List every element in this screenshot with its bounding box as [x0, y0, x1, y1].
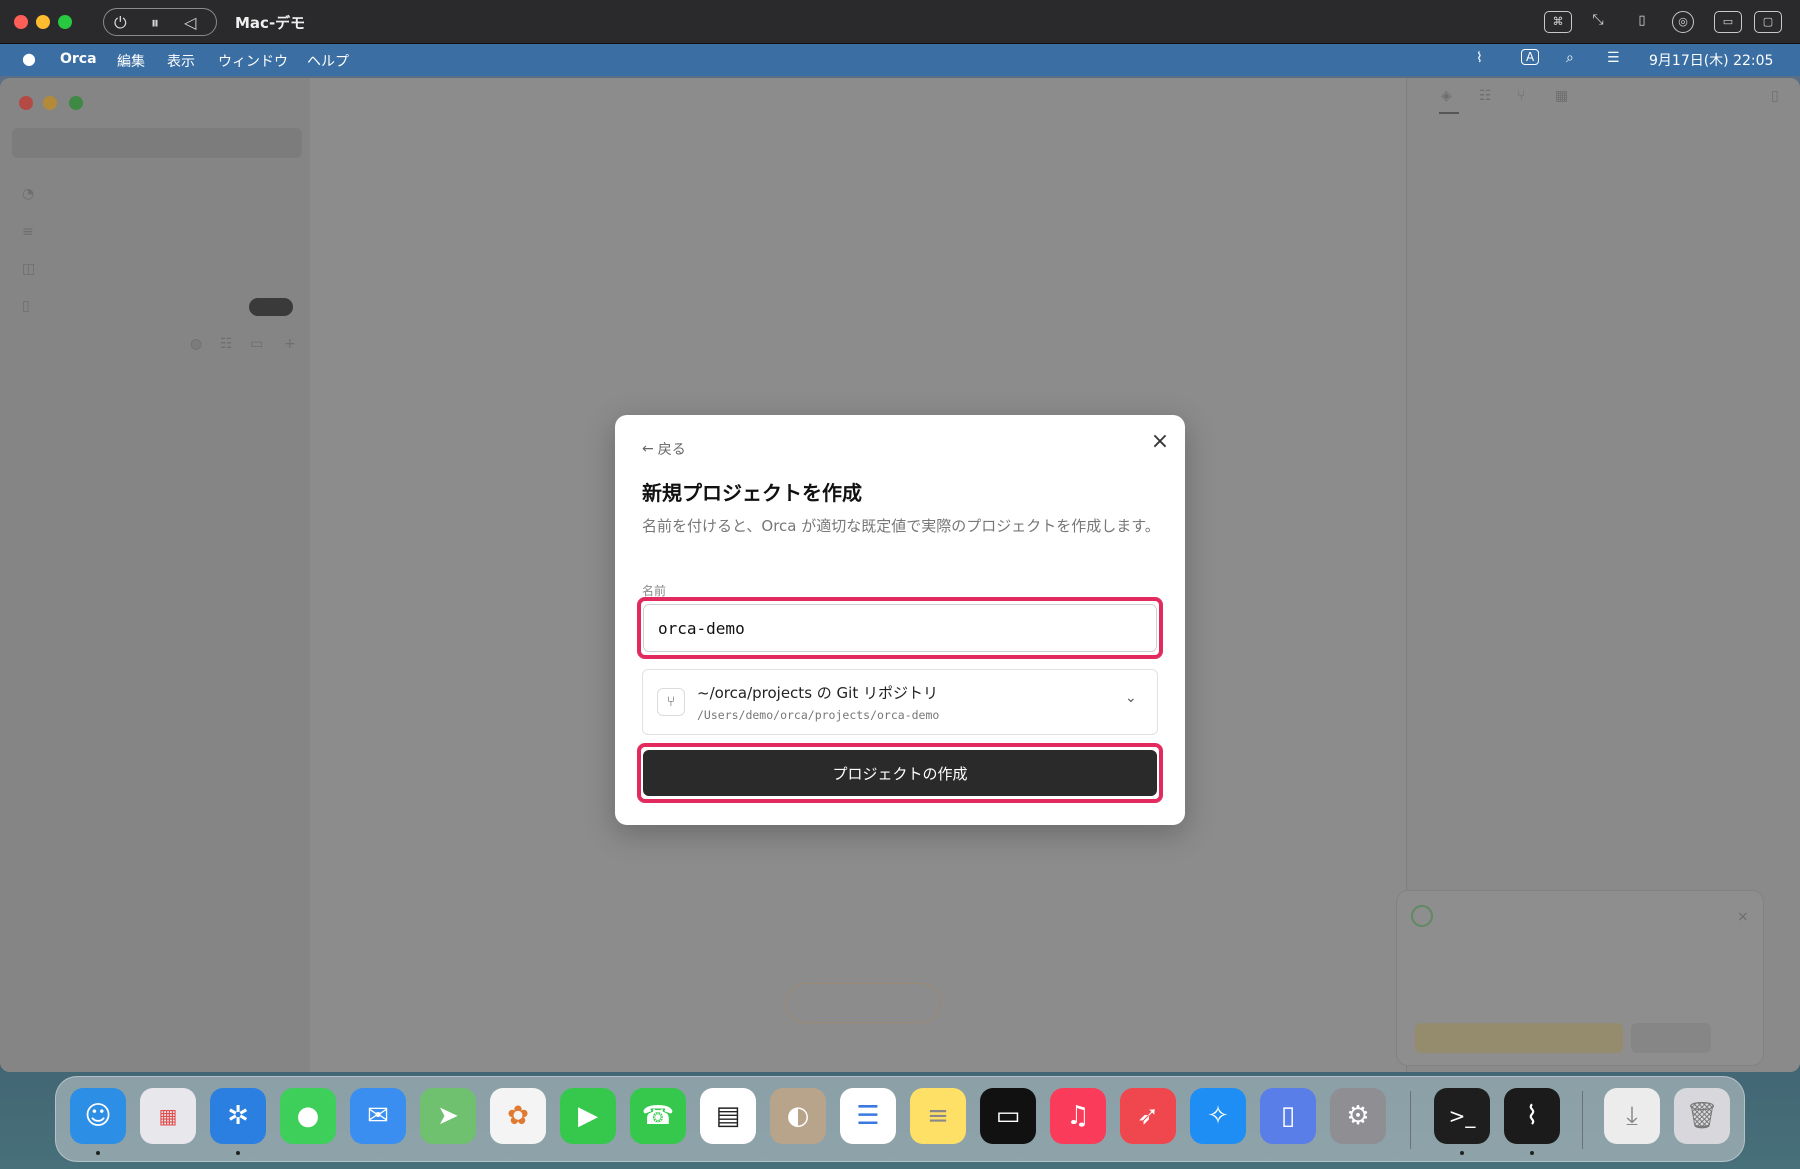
- back-triangle-icon[interactable]: ◁: [184, 9, 196, 37]
- zoom-window-button[interactable]: [58, 15, 72, 29]
- pause-icon[interactable]: ⏸: [151, 9, 159, 37]
- folder-add-icon[interactable]: ▭: [250, 336, 263, 352]
- orca-running-dot: [1530, 1151, 1534, 1155]
- automation-icon: ◫: [22, 261, 36, 277]
- git-tab-icon[interactable]: ⑂: [1517, 88, 1525, 104]
- mac-screen: ● Orca 編集 表示 ウィンドウ ヘルプ ⌇ A ⌕ ☰ 9月17日(木) …: [0, 44, 1800, 1169]
- calendar-icon[interactable]: ▤: [700, 1088, 756, 1144]
- downloads-icon[interactable]: ⤓: [1604, 1088, 1660, 1144]
- menu-bar: ● Orca 編集 表示 ウィンドウ ヘルプ ⌇ A ⌕ ☰ 9月17日(木) …: [0, 44, 1800, 76]
- dock-separator: [1582, 1091, 1583, 1149]
- photos-icon[interactable]: ✿: [490, 1088, 546, 1144]
- check-circle-icon: [1411, 905, 1433, 927]
- bell-icon[interactable]: ◍: [190, 336, 202, 352]
- app-zoom-button[interactable]: [69, 96, 83, 110]
- settings-icon[interactable]: ⚙: [1330, 1088, 1386, 1144]
- repository-title: ~/orca/projects の Git リポジトリ: [697, 684, 938, 702]
- contacts-icon[interactable]: ◐: [770, 1088, 826, 1144]
- finder-icon[interactable]: ☺: [70, 1088, 126, 1144]
- dialog-title: 新規プロジェクトを作成: [642, 481, 862, 505]
- command-icon[interactable]: ⌘: [1544, 11, 1572, 33]
- resize-icon[interactable]: ⤡: [1584, 11, 1612, 33]
- launchpad-icon[interactable]: ▦: [140, 1088, 196, 1144]
- vm-title: Mac-デモ: [235, 14, 306, 32]
- minimize-window-button[interactable]: [36, 15, 50, 29]
- mail-icon[interactable]: ✉: [350, 1088, 406, 1144]
- finder-running-dot: [96, 1151, 100, 1155]
- dock-separator: [1410, 1091, 1411, 1149]
- repository-select[interactable]: ⑂ ~/orca/projects の Git リポジトリ /Users/dem…: [642, 669, 1158, 735]
- vm-titlebar: ⏻ ⏸ ◁ Mac-デモ ⌘ ⤡ ▯ ◎ ▭ ▢: [0, 0, 1800, 44]
- toast-close-icon[interactable]: ×: [1737, 909, 1749, 925]
- safari-running-dot: [236, 1151, 240, 1155]
- toast-later-button[interactable]: [1631, 1023, 1711, 1053]
- messages-icon[interactable]: ●: [280, 1088, 336, 1144]
- reminders-icon[interactable]: ☰: [840, 1088, 896, 1144]
- arrow-left-icon: ←: [642, 441, 654, 457]
- phone-icon[interactable]: ☎: [630, 1088, 686, 1144]
- search-tab-icon[interactable]: ☷: [1479, 88, 1492, 104]
- terminal-running-dot: [1460, 1151, 1464, 1155]
- project-name-input[interactable]: [643, 604, 1157, 652]
- menubar-clock[interactable]: 9月17日(木) 22:05: [1649, 50, 1773, 70]
- menu-view[interactable]: 表示: [167, 51, 195, 71]
- terminal-icon[interactable]: >_: [1434, 1088, 1490, 1144]
- notes-icon[interactable]: ≡: [910, 1088, 966, 1144]
- menu-edit[interactable]: 編集: [117, 51, 145, 71]
- plus-icon[interactable]: +: [284, 336, 296, 352]
- github-pill[interactable]: [785, 983, 941, 1023]
- app-store-icon[interactable]: ✧: [1190, 1088, 1246, 1144]
- network-icon[interactable]: ◎: [1672, 11, 1694, 33]
- spotlight-search-icon[interactable]: ⌕: [1566, 50, 1574, 66]
- window-icon[interactable]: ▢: [1754, 11, 1782, 33]
- panel-toggle-icon[interactable]: ▯: [1771, 88, 1779, 104]
- create-project-button[interactable]: プロジェクトの作成: [643, 750, 1157, 796]
- close-window-button[interactable]: [14, 15, 28, 29]
- new-badge: [249, 298, 293, 316]
- safari-icon[interactable]: ✲: [210, 1088, 266, 1144]
- apple-icon[interactable]: ●: [22, 49, 36, 68]
- menu-app-name[interactable]: Orca: [60, 51, 97, 67]
- folder-icon[interactable]: ▭: [1714, 11, 1742, 33]
- sidebar: ◔ ≡ ◫ ▯ ◍ ☷ ▭ +: [0, 78, 310, 1072]
- new-project-dialog: ← 戻る × 新規プロジェクトを作成 名前を付けると、Orca が適切な既定値で…: [615, 415, 1185, 825]
- app-minimize-button[interactable]: [43, 96, 57, 110]
- maps-icon[interactable]: ➤: [420, 1088, 476, 1144]
- simulator-icon[interactable]: ▯: [1260, 1088, 1316, 1144]
- repository-path: /Users/demo/orca/projects/orca-demo: [697, 708, 940, 722]
- active-tab-underline: [1439, 112, 1459, 114]
- facetime-icon[interactable]: ▶: [560, 1088, 616, 1144]
- mobile-icon: ▯: [22, 298, 30, 314]
- setup-complete-toast: ×: [1396, 890, 1764, 1066]
- other-tab-icon[interactable]: ▦: [1555, 88, 1568, 104]
- files-tab-icon[interactable]: ◈: [1441, 88, 1452, 104]
- tv-icon[interactable]: ▭: [980, 1088, 1036, 1144]
- mouse-icon[interactable]: ▯: [1628, 11, 1656, 33]
- close-icon[interactable]: ×: [1149, 431, 1171, 453]
- orca-status-icon[interactable]: ⌇: [1476, 50, 1483, 66]
- control-center-icon[interactable]: ☰: [1607, 50, 1620, 66]
- sidebar-search-item[interactable]: [12, 128, 302, 158]
- vm-controls: ⏻ ⏸ ◁: [103, 8, 217, 36]
- tasks-icon: ≡: [22, 224, 34, 240]
- git-branch-icon: ⑂: [657, 688, 685, 716]
- chevron-down-icon: ⌄: [1125, 690, 1137, 706]
- checklist-icon: ◔: [22, 186, 35, 202]
- back-link[interactable]: ← 戻る: [642, 439, 686, 459]
- rocket-icon[interactable]: ➶: [1120, 1088, 1176, 1144]
- music-icon[interactable]: ♫: [1050, 1088, 1106, 1144]
- dialog-description: 名前を付けると、Orca が適切な既定値で実際のプロジェクトを作成します。: [642, 517, 1160, 535]
- menu-window[interactable]: ウィンドウ: [218, 51, 288, 71]
- menu-help[interactable]: ヘルプ: [307, 51, 349, 71]
- dock: ☺ ▦ ✲ ● ✉ ➤ ✿ ▶ ☎ ▤ ◐ ☰ ≡ ▭ ♫ ➶ ✧ ▯ ⚙ >_…: [55, 1076, 1745, 1162]
- app-close-button[interactable]: [19, 96, 33, 110]
- input-mode-indicator[interactable]: A: [1521, 49, 1540, 65]
- back-label: 戻る: [657, 442, 686, 458]
- trash-icon[interactable]: 🗑: [1674, 1088, 1730, 1144]
- orca-app-icon[interactable]: ⌇: [1504, 1088, 1560, 1144]
- power-icon[interactable]: ⏻: [114, 9, 127, 37]
- list-icon[interactable]: ☷: [220, 336, 233, 352]
- toast-github-button[interactable]: [1415, 1023, 1623, 1053]
